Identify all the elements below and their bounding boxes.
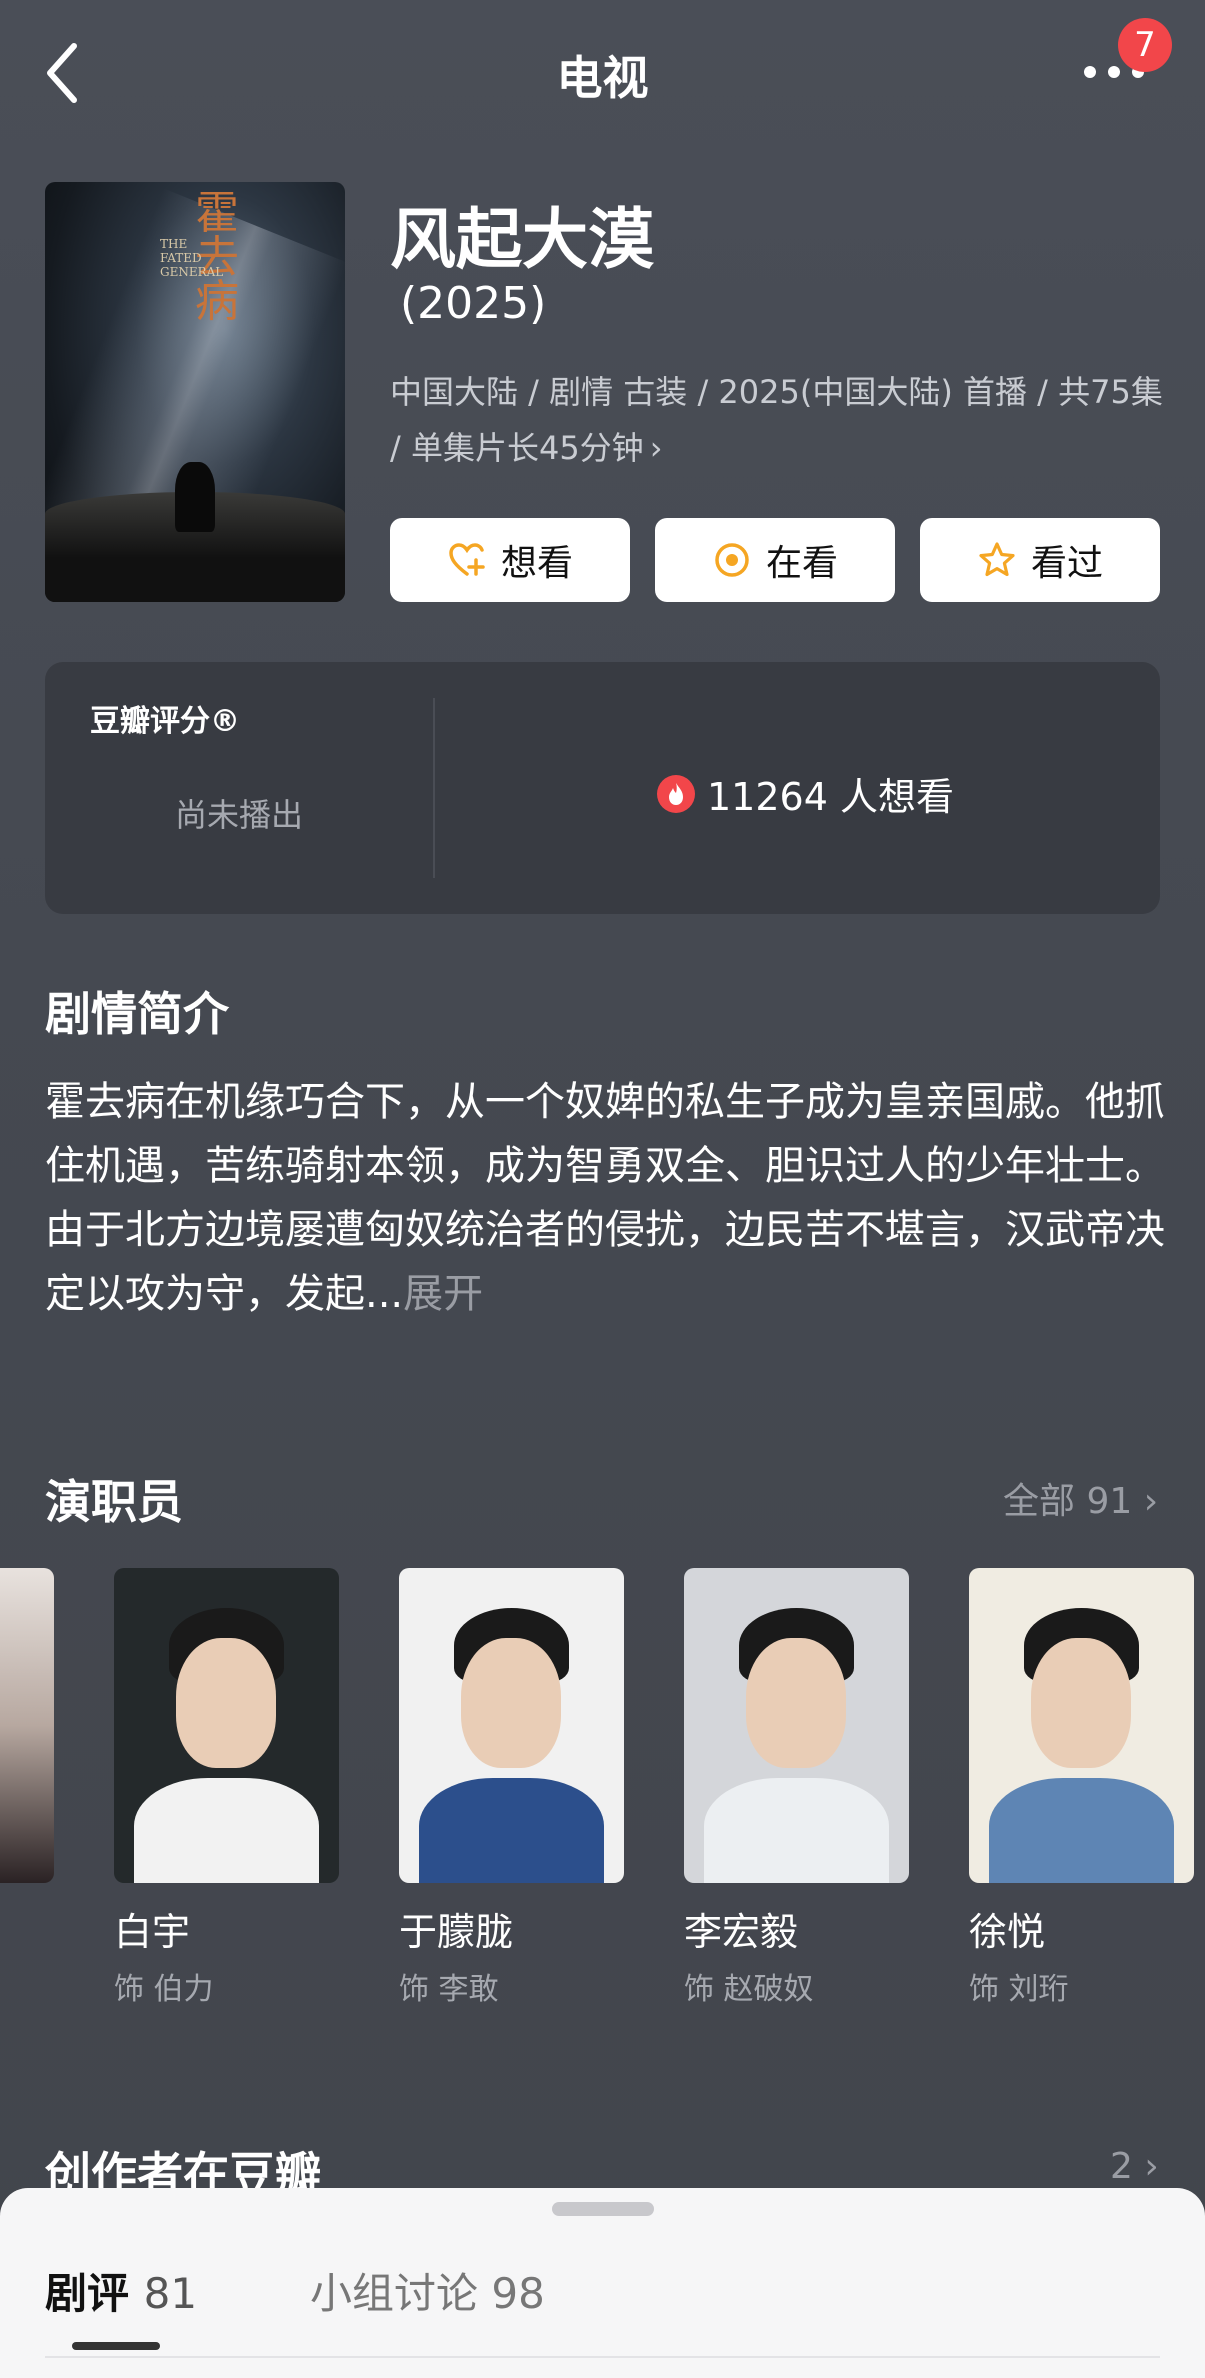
- target-icon: [712, 540, 752, 580]
- synopsis-title: 剧情简介: [45, 987, 229, 1041]
- rating-card[interactable]: 豆瓣评分® 尚未播出 11264 人想看: [45, 662, 1160, 914]
- cast-photo: [684, 1568, 909, 1883]
- chevron-right-icon: ›: [1144, 2146, 1159, 2187]
- creators-all-link[interactable]: 2 ›: [1110, 2146, 1159, 2187]
- cast-role: 饰 伯力: [114, 1972, 214, 2007]
- flame-icon: [657, 774, 695, 813]
- poster-rider: [175, 462, 215, 532]
- show-title: 风起大漠: [390, 201, 654, 278]
- cast-name: 徐悦: [969, 1910, 1046, 1954]
- cast-all-label: 全部 91: [1003, 1481, 1133, 1522]
- cast-name: 于朦胧: [399, 1910, 514, 1954]
- cast-card[interactable]: 徐悦 饰 刘珩: [969, 1568, 1194, 2008]
- want-count: 11264 人想看: [657, 766, 954, 821]
- watched-label: 看过: [1030, 543, 1103, 584]
- cast-photo-body: [989, 1778, 1174, 1883]
- watching-button[interactable]: 在看: [655, 518, 895, 602]
- cast-role: 饰 李敢: [399, 1972, 499, 2007]
- sheet-divider: [45, 2356, 1160, 2358]
- cast-photo: [399, 1568, 624, 1883]
- cast-card[interactable]: 李宏毅 饰 赵破奴: [684, 1568, 909, 2008]
- cast-photo-face: [1031, 1638, 1131, 1768]
- cast-photo-face: [176, 1638, 276, 1768]
- cast-title: 演职员: [45, 1475, 183, 1529]
- creators-count: 2: [1110, 2146, 1133, 2187]
- synopsis-body: 霍去病在机缘巧合下，从一个奴婢的私生子成为皇亲国戚。他抓住机遇，苦练骑射本领，成…: [45, 1079, 1165, 1317]
- star-icon: [977, 540, 1017, 580]
- sheet-drag-handle[interactable]: [552, 2202, 654, 2216]
- synopsis-text: 霍去病在机缘巧合下，从一个奴婢的私生子成为皇亲国戚。他抓住机遇，苦练骑射本领，成…: [45, 1070, 1165, 1326]
- active-tab-indicator: [72, 2342, 160, 2350]
- want-to-watch-button[interactable]: 想看: [390, 518, 630, 602]
- show-meta-text: 中国大陆 / 剧情 古装 / 2025(中国大陆) 首播 / 共75集 / 单集…: [390, 373, 1163, 467]
- more-dots-icon: [1108, 66, 1120, 78]
- cast-photo-face: [746, 1638, 846, 1768]
- poster-english-title: THE FATED GENERAL: [160, 237, 224, 279]
- chevron-right-icon: ›: [1143, 1481, 1159, 1522]
- notification-badge: 7: [1118, 18, 1172, 72]
- cast-role: 饰 赵破奴: [684, 1972, 814, 2007]
- cast-card[interactable]: 白宇 饰 伯力: [114, 1568, 339, 2008]
- page-title: 电视: [556, 51, 649, 105]
- expand-link[interactable]: 展开: [403, 1271, 483, 1317]
- tab-reviews-label: 剧评: [45, 2269, 130, 2318]
- rating-divider: [433, 698, 435, 878]
- cast-photo-body: [419, 1778, 604, 1883]
- watching-label: 在看: [765, 543, 838, 584]
- cast-photo: [969, 1568, 1194, 1883]
- cast-name: 李宏毅: [684, 1910, 799, 1954]
- bottom-sheet[interactable]: 剧评 81 小组讨论 98: [0, 2188, 1205, 2378]
- cast-role: 饰 刘珩: [969, 1972, 1069, 2007]
- tab-reviews[interactable]: 剧评 81: [45, 2260, 197, 2321]
- cast-all-link[interactable]: 全部 91 ›: [1003, 1472, 1158, 1524]
- watched-button[interactable]: 看过: [920, 518, 1160, 602]
- cast-name: 白宇: [114, 1910, 191, 1954]
- chevron-right-icon: ›: [649, 429, 663, 467]
- tab-group-discussion[interactable]: 小组讨论 98: [310, 2260, 545, 2321]
- cast-card[interactable]: 于朦胧 饰 李敢: [399, 1568, 624, 2008]
- heart-plus-icon: [447, 540, 487, 580]
- show-year: (2025): [400, 278, 547, 329]
- show-meta[interactable]: 中国大陆 / 剧情 古装 / 2025(中国大陆) 首播 / 共75集 / 单集…: [390, 364, 1170, 476]
- cast-photo-body: [134, 1778, 319, 1883]
- rating-label: 豆瓣评分®: [90, 704, 240, 739]
- want-to-watch-label: 想看: [500, 543, 573, 584]
- show-poster[interactable]: 霍去病 THE FATED GENERAL: [45, 182, 345, 602]
- cast-photo-body: [704, 1778, 889, 1883]
- tab-reviews-count: 81: [143, 2269, 198, 2318]
- more-dots-icon: [1084, 66, 1096, 78]
- want-count-text: 11264 人想看: [707, 775, 954, 819]
- cast-photo-face: [461, 1638, 561, 1768]
- top-bar: 电视 7: [0, 0, 1205, 140]
- cast-card-partial[interactable]: [0, 1568, 54, 1883]
- cast-photo: [114, 1568, 339, 1883]
- rating-status: 尚未播出: [175, 796, 304, 834]
